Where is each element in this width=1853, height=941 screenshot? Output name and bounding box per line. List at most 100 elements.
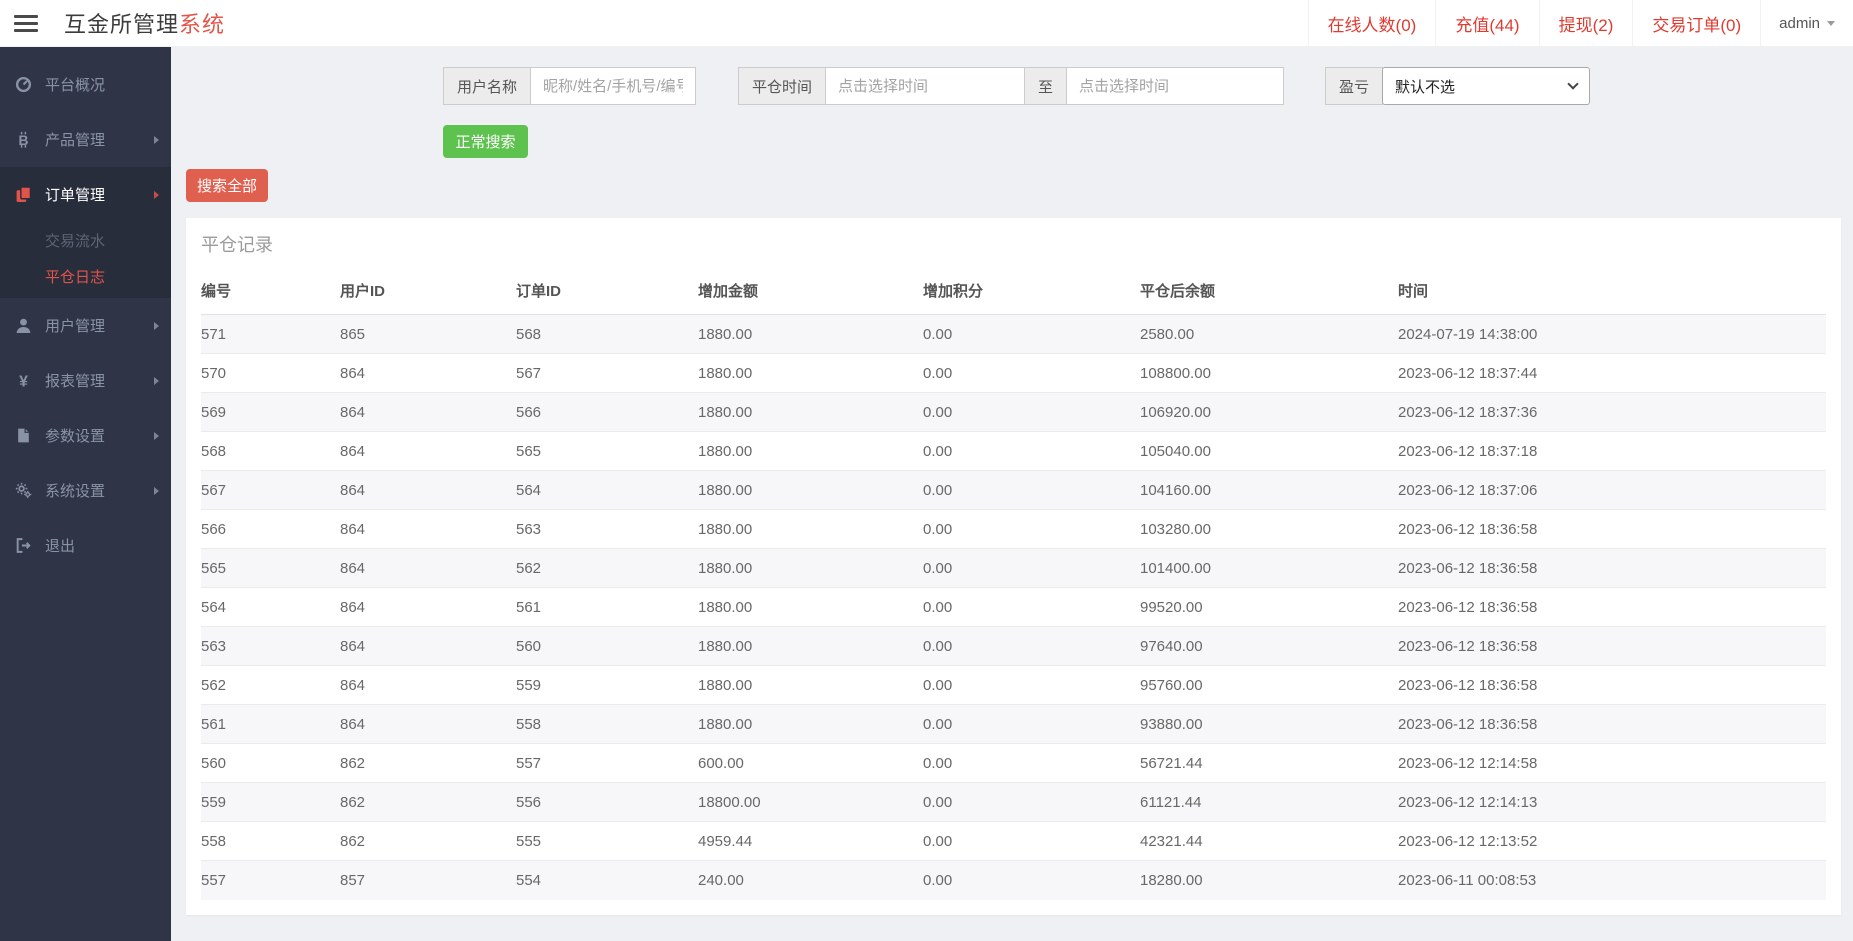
table-cell: 561 [516,587,698,627]
svg-text:¥: ¥ [19,373,28,389]
sidebar-subitem-close-position-log[interactable]: 平仓日志 [0,258,171,294]
username-filter-group: 用户名称 [443,67,697,105]
sidebar-item-product-management[interactable]: B 产品管理 [0,112,171,167]
admin-dropdown[interactable]: admin [1760,0,1853,46]
sidebar-item-label: 平台概况 [45,77,106,94]
sidebar-item-label: 订单管理 [45,187,106,204]
admin-username: admin [1779,14,1820,32]
table-cell: 2580.00 [1140,325,1195,343]
table-cell: 2023-06-12 18:36:58 [1398,548,1826,588]
sidebar-item-report-management[interactable]: ¥ 报表管理 [0,353,171,408]
table-cell: 568 [201,431,340,471]
sidebar-item-system-settings[interactable]: 系统设置 [0,463,171,518]
submenu-arrow-icon [154,135,159,144]
sidebar-item-label: 系统设置 [45,483,106,500]
table-row: 561 864 558 1880.00 0.00 93880.00 2023-06-12 1… [201,704,1826,744]
close-time-label: 平仓时间 [738,67,827,105]
table-row: 557 857 554 240.00 0.00 18280.00 2023-06-11 00… [201,860,1826,900]
table-cell: 18800.00 [698,782,923,822]
table-cell: 0.00 [923,431,1140,471]
table-cell: 95760.00 [1140,665,1398,705]
table-cell: 2023-06-12 18:36:58 [1398,509,1826,549]
sidebar-item-logout[interactable]: 退出 [0,518,171,573]
table-cell: 558 [516,704,698,744]
table-cell: 106920.00 [1140,392,1398,432]
app-title-main: 互金所管理 [64,12,180,37]
sidebar-item-label: 参数设置 [45,428,106,445]
menu-toggle-icon[interactable] [14,14,38,32]
table-cell: 568 [516,325,542,343]
search-filters: 用户名称 平仓时间 至 盈亏 默认不选 [171,67,1853,105]
search-all-button[interactable]: 搜索全部 [186,169,268,202]
bitcoin-icon: B [14,131,33,148]
user-icon [14,317,33,334]
table-cell: 2023-06-12 18:37:36 [1398,392,1826,432]
table-cell: 0.00 [923,325,953,343]
table-cell: 0.00 [923,743,1140,783]
column-header: 编号 [201,266,340,315]
sidebar-item-label: 用户管理 [45,318,106,335]
sidebar-item-platform-overview[interactable]: 平台概况 [0,57,171,112]
profit-select[interactable]: 默认不选 [1382,67,1591,105]
svg-text:B: B [19,132,29,148]
logout-icon [14,537,33,554]
table-cell: 0.00 [923,470,1140,510]
table-cell: 1880.00 [698,392,923,432]
table-cell: 0.00 [923,509,1140,549]
table-cell: 101400.00 [1140,548,1398,588]
sidebar-subitem-trade-flow[interactable]: 交易流水 [0,222,171,258]
table-cell: 104160.00 [1140,470,1398,510]
table-row: 571 865 568 1880.00 0.00 2580.00 2024-07-19 14… [201,314,1826,354]
table-cell: 108800.00 [1140,353,1398,393]
table-cell: 557 [201,860,340,900]
recharge-link[interactable]: 充值(44) [1435,0,1538,46]
table-cell: 0.00 [923,626,1140,666]
table-cell: 864 [340,587,516,627]
table-cell: 571 [201,325,227,343]
column-header: 平仓后余额 [1140,266,1398,315]
table-cell: 2023-06-12 18:37:06 [1398,470,1826,510]
table-cell: 0.00 [923,860,1140,900]
withdraw-link[interactable]: 提现(2) [1538,0,1633,46]
column-header: 订单ID [516,266,698,315]
table-cell: 862 [340,782,516,822]
trade-orders-link[interactable]: 交易订单(0) [1632,0,1760,46]
table-cell: 563 [516,509,698,549]
table-cell: 565 [516,431,698,471]
submenu-arrow-icon [154,321,159,330]
online-users-link[interactable]: 在线人数(0) [1307,0,1436,46]
normal-search-button[interactable]: 正常搜索 [443,125,528,158]
sidebar-item-order-management[interactable]: 订单管理 [0,167,171,222]
table-cell: 570 [201,353,340,393]
table-row: 567 864 564 1880.00 0.00 104160.00 2023-06-12 … [201,470,1826,510]
username-input[interactable] [530,67,697,105]
table-cell: 862 [340,821,516,861]
table-cell: 0.00 [923,665,1140,705]
table-cell: 864 [340,509,516,549]
table-cell: 862 [340,743,516,783]
table-cell: 561 [201,704,340,744]
column-header: 增加金额 [698,266,923,315]
records-panel: 平仓记录 编号 用户ID 订单ID 增加金额 增加积分 平仓后余额 时间 571… [186,218,1841,915]
table-cell: 4959.44 [698,821,923,861]
table-cell: 1880.00 [698,548,923,588]
column-header: 时间 [1398,266,1826,315]
table-cell: 240.00 [698,860,923,900]
table-cell: 559 [516,665,698,705]
table-cell: 1880.00 [698,353,923,393]
table-cell: 566 [201,509,340,549]
table-row: 560 862 557 600.00 0.00 56721.44 2023-06-12 12… [201,743,1826,783]
table-cell: 857 [340,860,516,900]
table-cell: 2023-06-12 18:36:58 [1398,665,1826,705]
column-header: 增加积分 [923,266,1140,315]
close-time-start-input[interactable] [825,67,1026,105]
table-cell: 105040.00 [1140,431,1398,471]
table-cell: 864 [340,392,516,432]
records-table: 编号 用户ID 订单ID 增加金额 增加积分 平仓后余额 时间 571 865 56… [201,266,1826,900]
table-cell: 559 [201,782,340,822]
app-title: 互金所管理系统 [64,7,225,39]
table-cell: 1880.00 [698,704,923,744]
sidebar-item-user-management[interactable]: 用户管理 [0,298,171,353]
sidebar-item-parameter-settings[interactable]: 参数设置 [0,408,171,463]
close-time-end-input[interactable] [1066,67,1285,105]
